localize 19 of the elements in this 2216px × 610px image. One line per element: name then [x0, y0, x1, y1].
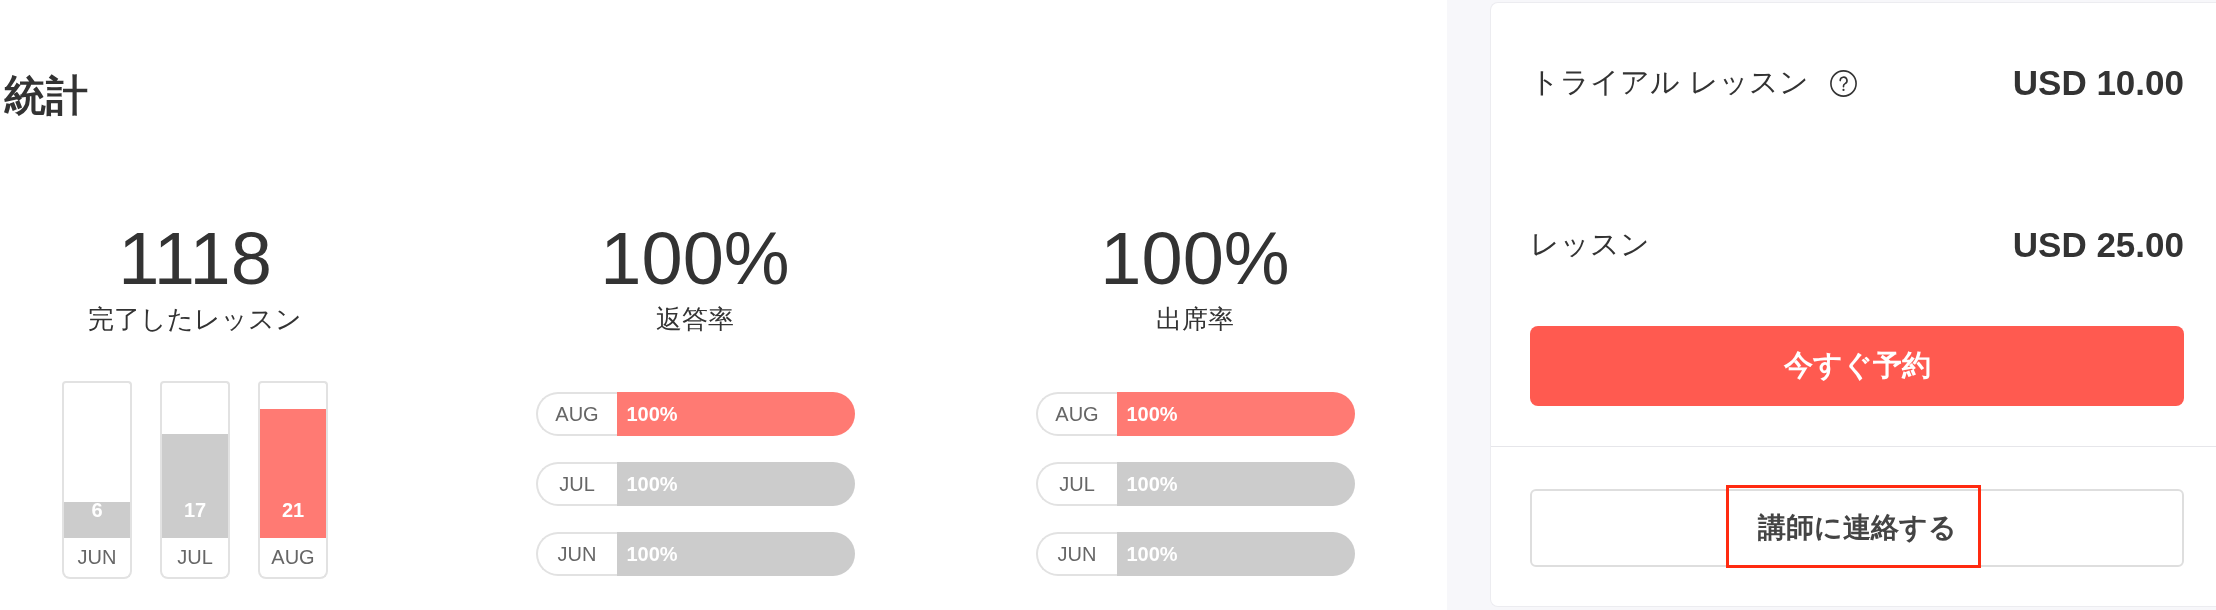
stat-value: 100%	[1100, 222, 1290, 296]
month-label: AUG	[258, 538, 328, 579]
price-amount: USD 25.00	[2012, 225, 2184, 265]
help-icon[interactable]	[1830, 69, 1858, 97]
stat-label: 完了したレッスン	[88, 303, 302, 336]
month-label: JUN	[62, 538, 132, 579]
percent-label: 100%	[1126, 402, 1178, 427]
stat-label: 出席率	[1156, 303, 1234, 336]
count-label: 21	[280, 498, 306, 523]
price-label: トライアル レッスン	[1530, 64, 1810, 101]
stat-value: 100%	[600, 222, 790, 296]
percent-label: 100%	[626, 402, 678, 427]
stat-label: 返答率	[656, 303, 734, 336]
price-label: レッスン	[1530, 226, 1650, 263]
contact-button[interactable]: 講師に連絡する	[1530, 489, 2184, 567]
price-amount: USD 10.00	[2012, 63, 2184, 103]
stat-value: 1118	[118, 222, 272, 296]
section-title: 統計	[4, 71, 88, 121]
month-label: JUL	[160, 538, 230, 579]
